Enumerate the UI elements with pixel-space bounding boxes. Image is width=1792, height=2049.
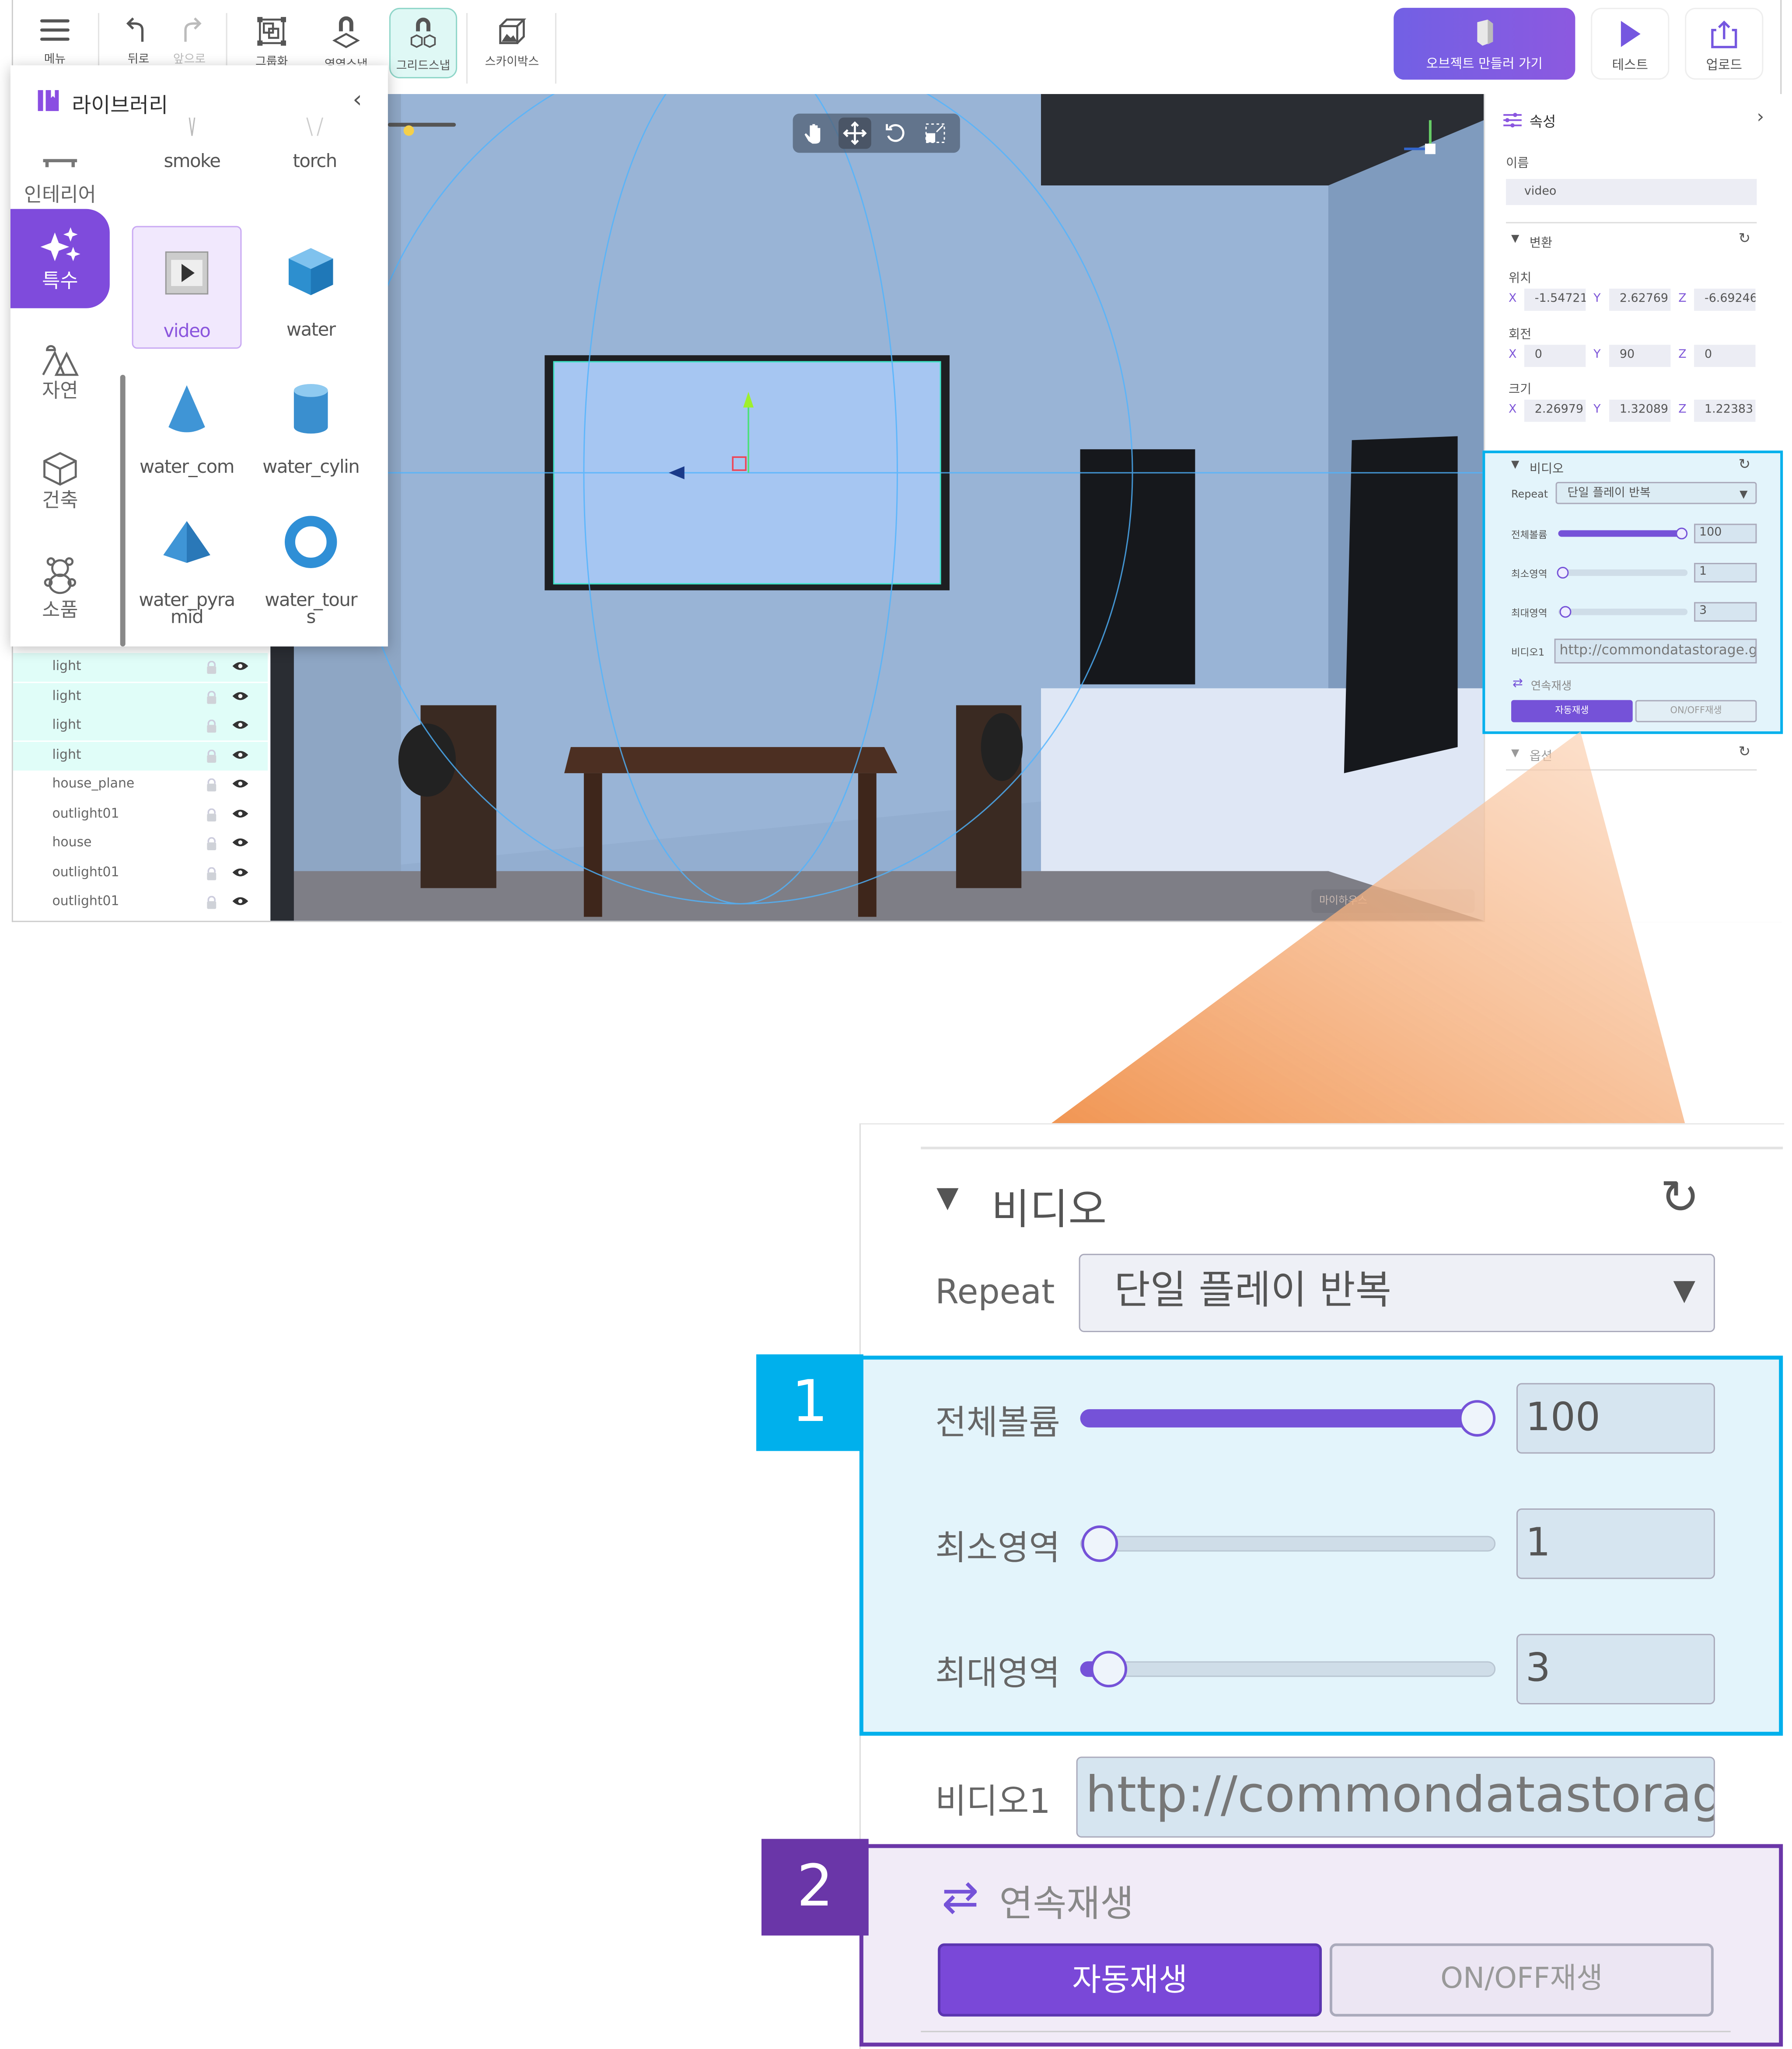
zoom-volume-label: 전체볼륨 <box>935 1404 1060 1443</box>
zoom-onoff-button[interactable]: ON/OFF재생 <box>1329 1943 1714 2017</box>
zoom-min-slider[interactable] <box>1080 1536 1496 1552</box>
zoom-video1-label: 비디오1 <box>935 1783 1051 1822</box>
divider <box>921 1146 1783 1149</box>
zoom-video-reset-button[interactable]: ↻ <box>1660 1172 1699 1225</box>
zoom-volume-input[interactable]: 100 <box>1516 1383 1715 1454</box>
divider <box>921 2031 1731 2032</box>
zoom-repeat-select[interactable]: 단일 플레이 반복 ▼ <box>1079 1253 1715 1332</box>
zoom-max-slider[interactable] <box>1080 1661 1496 1677</box>
zoom-callout-cone <box>1051 731 1685 1124</box>
callout-badge-1: 1 <box>756 1354 863 1451</box>
zoom-min-input[interactable]: 1 <box>1516 1508 1715 1579</box>
zoom-min-label: 최소영역 <box>935 1529 1060 1569</box>
zoom-volume-slider[interactable] <box>1080 1409 1472 1428</box>
zoom-autoplay-button[interactable]: 자동재생 <box>938 1943 1322 2017</box>
zoom-repeat-icon: ⇄ <box>942 1871 979 1924</box>
zoom-max-label: 최대영역 <box>935 1655 1060 1694</box>
reset-icon: ↻ <box>1660 1171 1700 1225</box>
zoom-repeat-label: Repeat <box>935 1273 1055 1313</box>
zoom-max-input[interactable]: 3 <box>1516 1634 1715 1704</box>
zoomed-video-section: ▼ 비디오 ↻ Repeat 단일 플레이 반복 ▼ 전체볼륨 100 최소영역 … <box>859 1123 1785 2049</box>
caret-down-icon[interactable]: ▼ <box>936 1182 959 1215</box>
callout-badge-2: 2 <box>761 1839 869 1936</box>
zoom-max-knob[interactable] <box>1090 1651 1128 1688</box>
zoom-volume-knob[interactable] <box>1459 1400 1496 1437</box>
zoom-min-knob[interactable] <box>1081 1525 1118 1562</box>
zoom-video1-input[interactable]: http://commondatastorage.g <box>1076 1756 1715 1838</box>
zoom-continuous-label: 연속재생 <box>999 1882 1134 1925</box>
dropdown-caret-icon: ▼ <box>1673 1274 1696 1308</box>
zoom-video-title: 비디오 <box>991 1184 1107 1234</box>
